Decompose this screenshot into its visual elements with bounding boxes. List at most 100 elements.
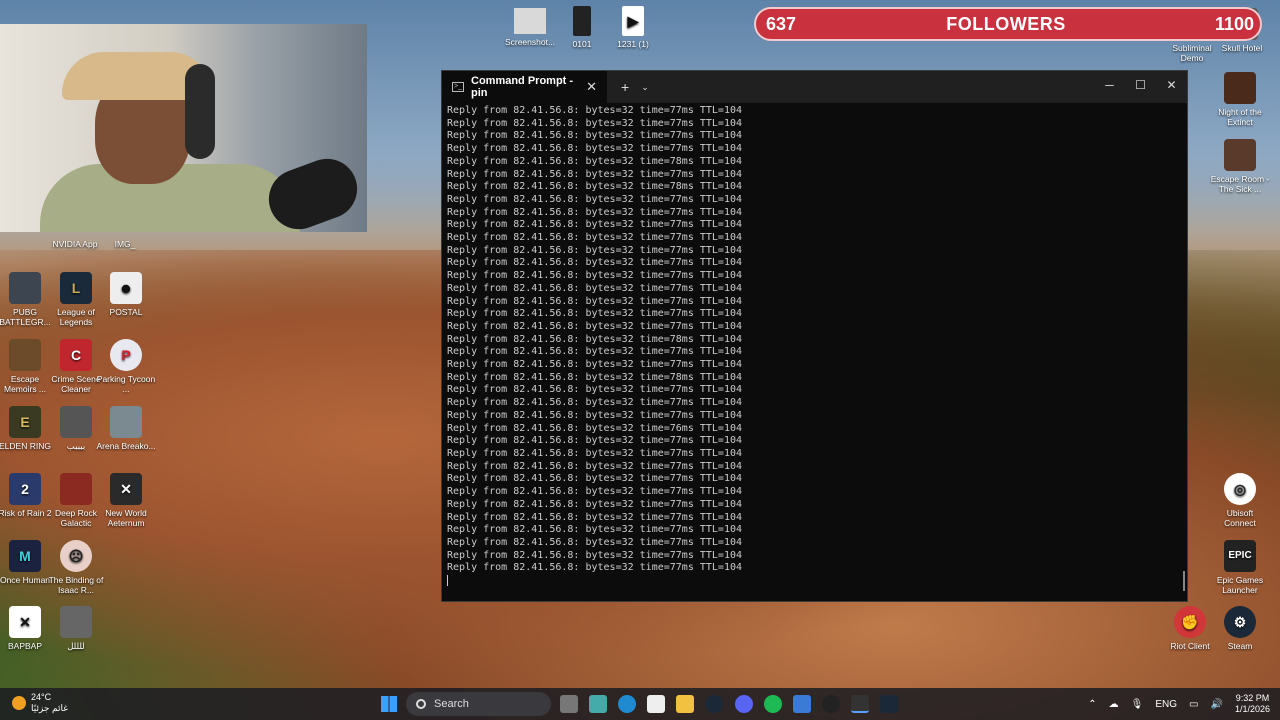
new-world-icon: ✕ — [110, 473, 142, 505]
desktop-icon-ubisoft[interactable]: ◎ Ubisoft Connect — [1210, 473, 1270, 528]
taskbar: 24°C غائم جزئيًا Search ⌃ ☁ 🎙 ENG ▭ 🔊 9:… — [0, 688, 1280, 720]
widgets-icon[interactable] — [589, 695, 607, 713]
new-tab-button[interactable]: + — [621, 79, 629, 95]
terminal-line: Reply from 82.41.56.8: bytes=32 time=77m… — [447, 193, 743, 205]
desktop-icon-arena-breakout[interactable]: Arena Breako... — [96, 406, 156, 451]
chevron-down-icon[interactable]: ⌄ — [641, 82, 649, 93]
chevron-up-icon[interactable]: ⌃ — [1088, 699, 1096, 710]
night-of-extinct-icon — [1224, 72, 1256, 104]
desktop-icon-label: POSTAL — [109, 307, 143, 317]
desktop-icon-postal[interactable]: ☻ POSTAL — [96, 272, 156, 317]
crime-scene-cleaner-icon: C — [60, 339, 92, 371]
speaker-icon[interactable]: 🔊 — [1211, 699, 1223, 710]
weather-icon — [12, 696, 26, 710]
desktop-icon-epic-games[interactable]: EPIC Epic Games Launcher — [1210, 540, 1270, 595]
escape-room-icon — [1224, 139, 1256, 171]
terminal-taskbar-icon[interactable] — [851, 695, 869, 713]
minimize-icon[interactable]: ─ — [1094, 71, 1125, 103]
tab-close-icon[interactable]: ✕ — [586, 79, 597, 95]
terminal-line: Reply from 82.41.56.8: bytes=32 time=77m… — [447, 549, 743, 561]
desktop-icon-label: Night of the Extinct — [1218, 107, 1262, 127]
steam-taskbar-icon[interactable] — [705, 695, 723, 713]
terminal-line: Reply from 82.41.56.8: bytes=32 time=77m… — [447, 536, 743, 548]
desktop-icon-steam[interactable]: ⚙ Steam — [1210, 606, 1270, 651]
mic-icon[interactable]: 🎙 — [1131, 699, 1144, 710]
obs-icon[interactable] — [822, 695, 840, 713]
terminal-line: Reply from 82.41.56.8: bytes=32 time=77m… — [447, 498, 743, 510]
folder-icon — [60, 406, 92, 438]
terminal-line: Reply from 82.41.56.8: bytes=32 time=77m… — [447, 308, 743, 320]
steam-taskbar-icon-2[interactable] — [880, 695, 898, 713]
desktop-icon-label: Skull Hotel — [1221, 43, 1263, 53]
terminal-line: Reply from 82.41.56.8: bytes=32 time=77m… — [447, 130, 743, 142]
terminal-output[interactable]: Reply from 82.41.56.8: bytes=32 time=77m… — [442, 103, 1187, 590]
desktop-icon-parking-tycoon[interactable]: P Parking Tycoon ... — [96, 339, 156, 394]
app-icon[interactable] — [793, 695, 811, 713]
tab-title: Command Prompt - pin — [471, 75, 574, 99]
terminal-line: Reply from 82.41.56.8: bytes=32 time=77m… — [447, 219, 743, 231]
nvidia-icon — [59, 222, 91, 236]
terminal-line: Reply from 82.41.56.8: bytes=32 time=77m… — [447, 447, 743, 459]
league-of-legends-icon: L — [60, 272, 92, 304]
desktop-icon-arabic-2[interactable]: للللل — [46, 606, 106, 651]
desktop-icon-1231[interactable]: ▶ 1231 (1) — [603, 6, 663, 49]
terminal-window[interactable]: >_ Command Prompt - pin ✕ + ⌄ ─ ☐ ✕ Repl… — [441, 70, 1188, 602]
terminal-line: Reply from 82.41.56.8: bytes=32 time=77m… — [447, 397, 743, 409]
desktop-icon-night-of-extinct[interactable]: Night of the Extinct — [1210, 72, 1270, 127]
task-view-icon[interactable] — [560, 695, 578, 713]
cloud-icon[interactable]: ☁ — [1109, 699, 1119, 710]
terminal-line: Reply from 82.41.56.8: bytes=32 time=77m… — [447, 409, 743, 421]
taskbar-search[interactable]: Search — [406, 692, 551, 716]
file-explorer-icon[interactable] — [676, 695, 694, 713]
terminal-line: Reply from 82.41.56.8: bytes=32 time=78m… — [447, 333, 743, 345]
terminal-line: Reply from 82.41.56.8: bytes=32 time=77m… — [447, 524, 743, 536]
scrollbar-thumb[interactable] — [1183, 571, 1185, 591]
terminal-line: Reply from 82.41.56.8: bytes=32 time=77m… — [447, 473, 743, 485]
desktop-icon-img[interactable]: IMG_ — [95, 222, 155, 249]
tab-command-prompt[interactable]: >_ Command Prompt - pin ✕ — [442, 71, 607, 103]
desktop-icon-label: Epic Games Launcher — [1216, 575, 1264, 595]
spotify-icon[interactable] — [764, 695, 782, 713]
display-icon[interactable]: ▭ — [1189, 699, 1198, 710]
language-indicator[interactable]: ENG — [1155, 699, 1177, 710]
terminal-line: Reply from 82.41.56.8: bytes=32 time=77m… — [447, 105, 743, 116]
desktop-icon-escape-room[interactable]: Escape Room - The Sick ... — [1210, 139, 1270, 194]
desktop-icon-label: للللل — [67, 641, 85, 651]
weather-widget[interactable]: 24°C غائم جزئيًا — [12, 692, 68, 714]
followers-current-count: 637 — [766, 13, 797, 34]
close-icon[interactable]: ✕ — [1156, 71, 1187, 103]
window-controls: ─ ☐ ✕ — [1094, 71, 1187, 103]
terminal-icon: >_ — [452, 82, 464, 92]
terminal-line: Reply from 82.41.56.8: bytes=32 time=77m… — [447, 143, 743, 155]
desktop-icon-label: The Binding of Isaac R... — [48, 575, 104, 595]
desktop-icon-screenshot[interactable]: Screenshot... — [500, 8, 560, 47]
desktop-icon-label: Screenshot... — [504, 37, 556, 47]
desktop-icon-label: Arena Breako... — [96, 441, 156, 451]
edge-icon[interactable] — [618, 695, 636, 713]
terminal-line: Reply from 82.41.56.8: bytes=32 time=77m… — [447, 511, 743, 523]
search-icon — [416, 699, 426, 709]
windows-start-icon[interactable] — [381, 696, 397, 712]
maximize-icon[interactable]: ☐ — [1125, 71, 1156, 103]
store-icon[interactable] — [647, 695, 665, 713]
search-placeholder: Search — [434, 698, 469, 710]
desktop-icon-label: IMG_ — [114, 239, 136, 249]
desktop-icon-binding-of-isaac[interactable]: ☹ The Binding of Isaac R... — [46, 540, 106, 595]
followers-goal-count: 1100 — [1214, 13, 1254, 34]
image-file-icon — [514, 8, 546, 34]
clock[interactable]: 9:32 PM 1/1/2026 — [1235, 693, 1270, 715]
terminal-line: Reply from 82.41.56.8: bytes=32 time=77m… — [447, 486, 743, 498]
discord-icon[interactable] — [735, 695, 753, 713]
terminal-line: Reply from 82.41.56.8: bytes=32 time=78m… — [447, 181, 743, 193]
binding-of-isaac-icon: ☹ — [60, 540, 92, 572]
terminal-line: Reply from 82.41.56.8: bytes=32 time=76m… — [447, 422, 743, 434]
epic-games-icon: EPIC — [1224, 540, 1256, 572]
desktop-icon-new-world[interactable]: ✕ New World Aeternum — [96, 473, 156, 528]
bapbap-icon: ✕ — [9, 606, 41, 638]
terminal-title-bar[interactable]: >_ Command Prompt - pin ✕ + ⌄ ─ ☐ ✕ — [442, 71, 1187, 103]
terminal-cursor — [447, 575, 448, 587]
terminal-line: Reply from 82.41.56.8: bytes=32 time=77m… — [447, 346, 743, 358]
risk-of-rain-icon: 2 — [9, 473, 41, 505]
system-tray: ⌃ ☁ 🎙 ENG ▭ 🔊 9:32 PM 1/1/2026 — [1082, 691, 1270, 717]
terminal-line: Reply from 82.41.56.8: bytes=32 time=78m… — [447, 155, 743, 167]
